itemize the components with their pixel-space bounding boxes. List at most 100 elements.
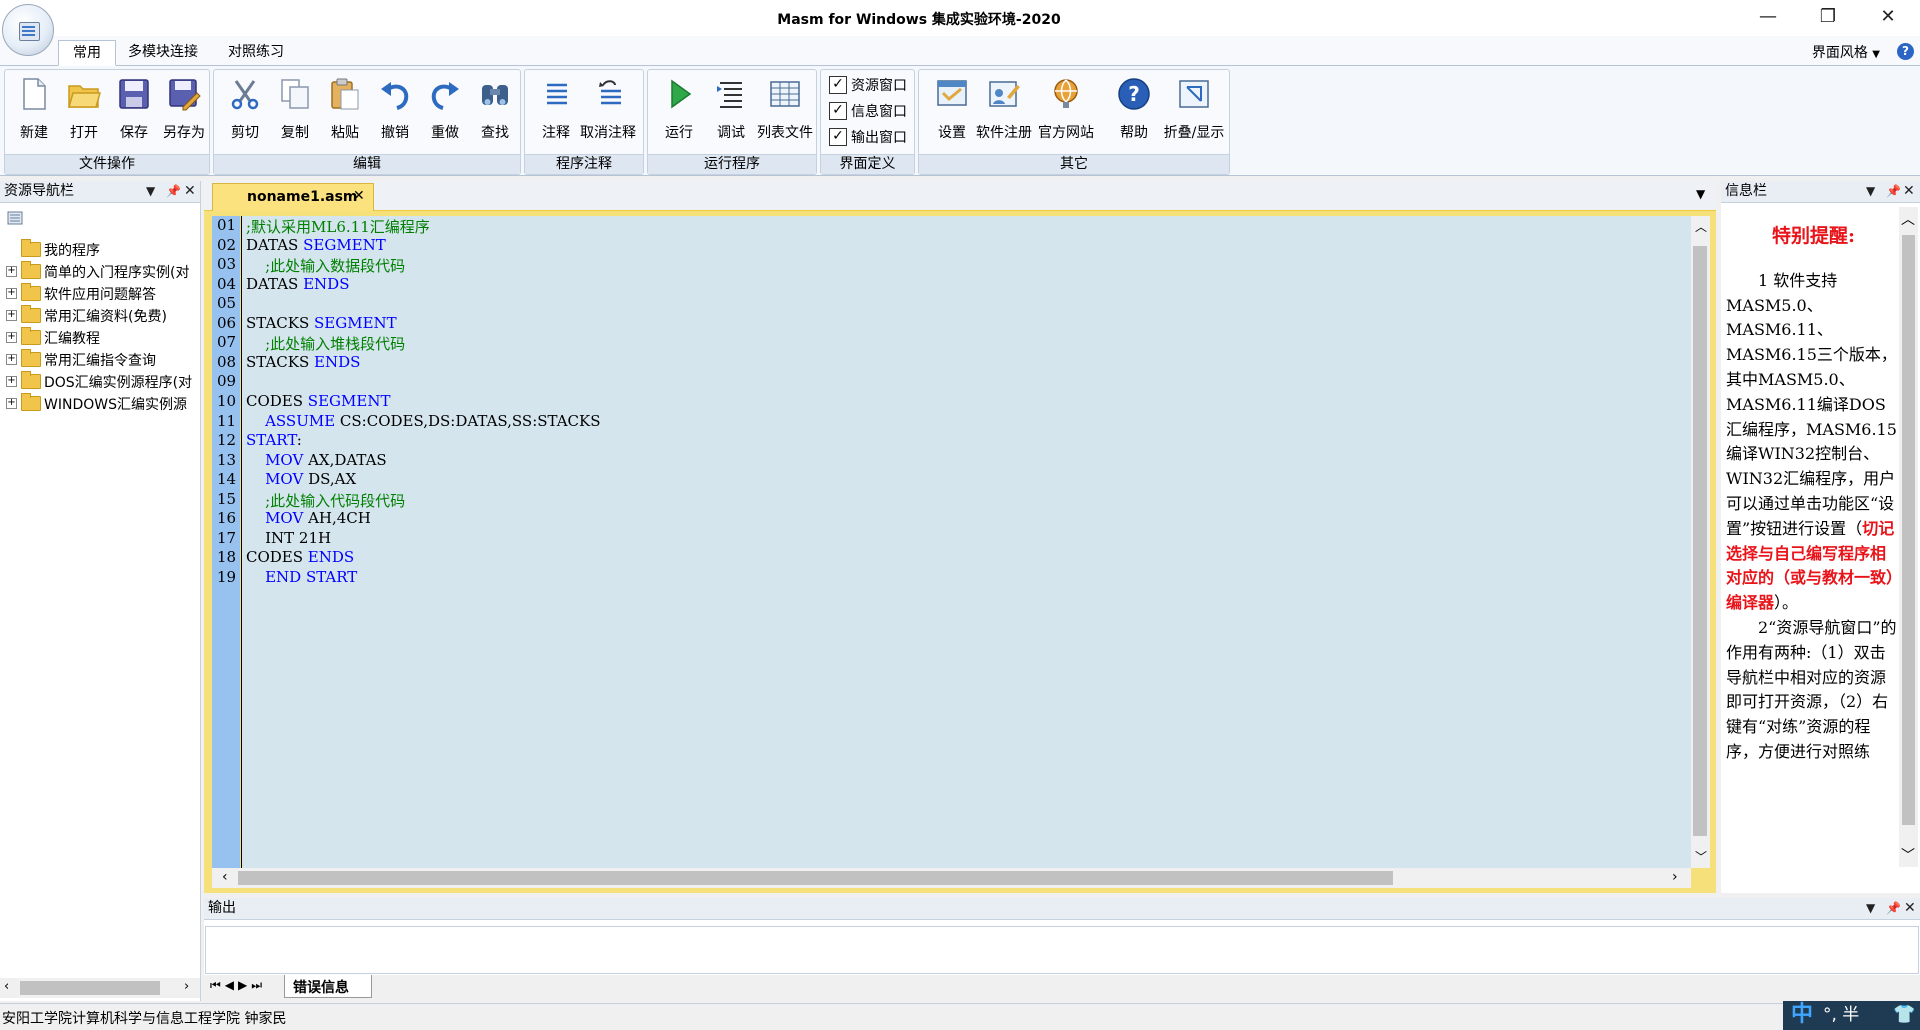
expand-icon[interactable]: +: [6, 398, 17, 409]
code-comment: ;此处输入代码段代码: [246, 491, 406, 510]
pin-icon[interactable]: 📌: [166, 181, 181, 202]
register-button[interactable]: 软件注册: [976, 74, 1032, 146]
checkbox-checked[interactable]: ✓: [829, 102, 847, 120]
settings-window-icon: [937, 80, 967, 106]
expand-icon[interactable]: +: [6, 354, 17, 365]
tab-errors[interactable]: 错误信息: [284, 975, 372, 998]
style-menu[interactable]: 界面风格 ▼: [1812, 42, 1880, 62]
pin-icon[interactable]: 📌: [1886, 898, 1901, 919]
close-icon[interactable]: ✕: [184, 181, 196, 202]
scroll-down-icon[interactable]: ﹀: [1695, 848, 1707, 865]
scroll-thumb[interactable]: [1902, 235, 1915, 825]
website-button[interactable]: 官方网站: [1038, 74, 1094, 146]
find-button[interactable]: 查找: [470, 74, 520, 146]
scroll-thumb[interactable]: [20, 981, 160, 995]
comment-button[interactable]: 注释: [531, 74, 581, 146]
info-paragraph-2: 2“资源导航窗口”的作用有两种:（1）双击导航栏中相对应的资源即可打开资源，（2…: [1726, 617, 1897, 761]
tab-nav-arrows-icon[interactable]: ⏮◀▶⏭: [210, 978, 266, 993]
code-keyword: SEGMENT: [307, 391, 391, 410]
scroll-up-icon[interactable]: ︿: [1695, 218, 1707, 235]
resource-window-check[interactable]: ✓ 资源窗口: [829, 74, 929, 96]
expand-icon[interactable]: +: [6, 288, 17, 299]
code-keyword: SEGMENT: [314, 313, 397, 332]
tree-item-instructions[interactable]: + 常用汇编指令查询: [6, 349, 201, 371]
output-window-check[interactable]: ✓ 输出窗口: [829, 126, 929, 148]
close-icon[interactable]: ✕: [1904, 898, 1916, 919]
close-tab-icon[interactable]: ✕: [353, 188, 365, 204]
checkbox-checked[interactable]: ✓: [829, 76, 847, 94]
tab-list-dropdown-icon[interactable]: ▼: [1696, 187, 1705, 201]
tree-item-my-programs[interactable]: 我的程序: [6, 239, 201, 261]
scroll-down-icon[interactable]: ﹀: [1901, 845, 1915, 865]
line-number: 17: [217, 528, 237, 547]
tab-multi-module[interactable]: 多模块连接: [114, 40, 212, 66]
info-vscrollbar[interactable]: ︿ ﹀: [1899, 207, 1918, 867]
tree-item-intro[interactable]: + 简单的入门程序实例(对: [6, 261, 201, 283]
code-text: INT 21H: [246, 528, 332, 547]
code-line: ASSUME CS:CODES,DS:DATAS,SS:STACKS: [246, 412, 600, 430]
close-button[interactable]: ✕: [1858, 0, 1918, 36]
dropdown-icon[interactable]: ▼: [1866, 181, 1875, 202]
info-window-check[interactable]: ✓ 信息窗口: [829, 100, 929, 122]
line-numbers: 01 02 03 04 05 06 07 08 09 10 11 12 13 14 15 16 17 18 19: [212, 216, 240, 868]
tree-item-tutorial[interactable]: + 汇编教程: [6, 327, 201, 349]
pin-icon[interactable]: 📌: [1886, 181, 1901, 202]
group-run: 运行 调试 列表文件 运行程序: [647, 69, 817, 175]
hscroll-thumb[interactable]: [238, 871, 1393, 885]
fold-button[interactable]: 折叠/显示: [1164, 74, 1224, 146]
nav-hscrollbar[interactable]: ‹ ›: [0, 978, 200, 998]
code-line: CODES ENDS: [246, 548, 354, 566]
scroll-right-icon[interactable]: ›: [184, 979, 189, 994]
group-file: 新建 打开 保存 另存为 文件操作: [4, 69, 210, 175]
tree-item-dos-examples[interactable]: + DOS汇编实例源程序(对: [6, 371, 201, 393]
debug-button[interactable]: 调试: [706, 74, 756, 146]
code-line: STACKS SEGMENT: [246, 314, 397, 332]
save-as-button[interactable]: 另存为: [159, 74, 209, 146]
expand-icon[interactable]: +: [6, 332, 17, 343]
help-icon[interactable]: ?: [1897, 43, 1914, 60]
expand-icon[interactable]: +: [6, 310, 17, 321]
tree-item-faq[interactable]: + 软件应用问题解答: [6, 283, 201, 305]
code-editor[interactable]: ;默认采用ML6.11汇编程序 DATAS SEGMENT ;此处输入数据段代码 D…: [241, 216, 1691, 868]
maximize-button[interactable]: ❐: [1798, 0, 1858, 36]
scroll-left-icon[interactable]: ‹: [222, 869, 228, 885]
output-text-area[interactable]: [205, 926, 1919, 974]
tab-practice[interactable]: 对照练习: [214, 40, 298, 66]
line-number: 10: [217, 391, 237, 410]
editor-tab[interactable]: noname1.asm ✕: [212, 183, 374, 211]
group-comment: 注释 取消注释 程序注释: [524, 69, 644, 175]
tree-item-materials[interactable]: + 常用汇编资料(免费): [6, 305, 201, 327]
folder-icon: [21, 261, 41, 279]
help-button[interactable]: ? 帮助: [1109, 74, 1159, 146]
settings-button[interactable]: 设置: [927, 74, 977, 146]
code-comment: ;默认采用ML6.11汇编程序: [246, 218, 430, 236]
app-menu-button[interactable]: [2, 4, 54, 56]
expand-icon[interactable]: +: [6, 266, 17, 277]
scroll-left-icon[interactable]: ‹: [4, 979, 9, 994]
vscroll-thumb[interactable]: [1693, 246, 1707, 836]
minimize-button[interactable]: —: [1738, 0, 1798, 36]
close-icon[interactable]: ✕: [1903, 181, 1915, 202]
tree-item-windows-examples[interactable]: + WINDOWS汇编实例源: [6, 393, 201, 415]
ime-indicator[interactable]: 中 °, 半 👕: [1783, 1001, 1920, 1030]
checkbox-checked[interactable]: ✓: [829, 128, 847, 146]
scroll-up-icon[interactable]: ︿: [1901, 209, 1915, 229]
run-button[interactable]: 运行: [654, 74, 704, 146]
dropdown-icon[interactable]: ▼: [1866, 898, 1875, 919]
dropdown-icon[interactable]: ▼: [146, 181, 155, 202]
window-title: Masm for Windows 集成实验环境-2020: [777, 12, 1061, 28]
scroll-right-icon[interactable]: ›: [1672, 869, 1678, 885]
group-file-label: 文件操作: [5, 154, 209, 174]
binoculars-icon: [482, 85, 508, 105]
uncomment-button[interactable]: 取消注释: [580, 74, 636, 146]
expand-icon[interactable]: +: [6, 376, 17, 387]
line-number: 18: [217, 548, 237, 567]
listing-button[interactable]: 列表文件: [757, 74, 813, 146]
status-bar: 安阳工学院计算机科学与信息工程学院 钟家民: [0, 1003, 1920, 1030]
tab-common[interactable]: 常用: [58, 40, 116, 66]
nav-root-icon[interactable]: [6, 209, 26, 227]
tree-item-label: 软件应用问题解答: [44, 287, 156, 303]
code-line: ;此处输入数据段代码: [246, 255, 405, 276]
